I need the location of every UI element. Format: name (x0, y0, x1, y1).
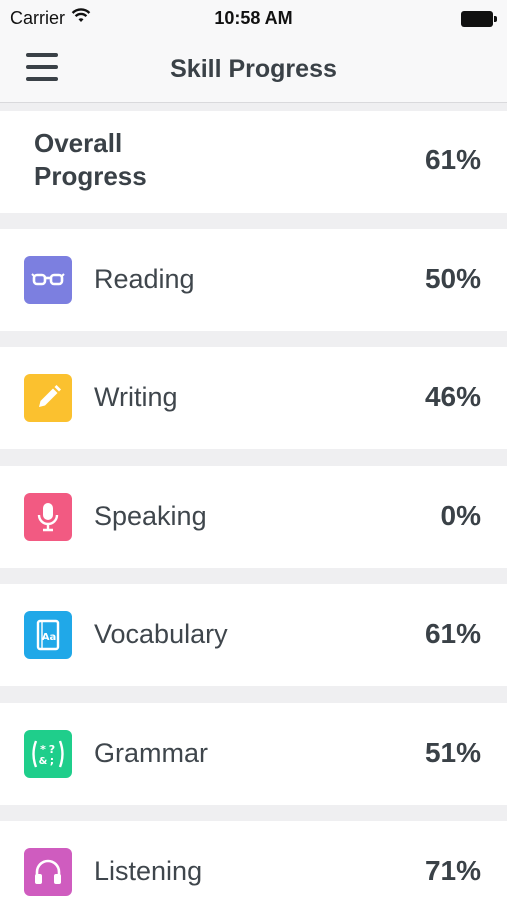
dictionary-icon: Aa (24, 611, 72, 659)
skill-label-listening: Listening (94, 856, 203, 886)
skill-label-grammar: Grammar (94, 738, 208, 768)
skill-label-writing: Writing (94, 382, 178, 412)
skill-value-listening: 71% (424, 855, 481, 886)
status-time: 10:58 AM (214, 8, 293, 28)
skill-row-grammar[interactable]: * ? & ; Grammar 51% (0, 703, 507, 805)
navigation-bar: Skill Progress (0, 36, 507, 103)
skill-row-listening[interactable]: Listening 71% (0, 821, 507, 923)
overall-progress-value: 61% (424, 144, 481, 175)
skill-value-writing: 46% (424, 381, 481, 412)
page-title: Skill Progress (170, 55, 337, 83)
skill-value-speaking: 0% (440, 500, 481, 531)
overall-progress-label: Overall Progress (34, 128, 147, 191)
glasses-icon (24, 256, 72, 304)
microphone-icon (24, 493, 72, 541)
svg-text:&: & (39, 756, 48, 767)
battery-icon (461, 11, 497, 27)
skill-value-vocabulary: 61% (424, 618, 481, 649)
headphones-icon (24, 848, 72, 896)
skill-label-reading: Reading (94, 264, 195, 294)
status-bar: Carrier 10:58 AM (0, 0, 507, 36)
skill-label-vocabulary: Vocabulary (94, 619, 228, 649)
pencil-icon (24, 374, 72, 422)
skill-row-writing[interactable]: Writing 46% (0, 347, 507, 449)
skill-value-reading: 50% (424, 263, 481, 294)
skill-row-vocabulary[interactable]: Aa Vocabulary 61% (0, 584, 507, 686)
svg-text:;: ; (50, 754, 54, 767)
svg-text:*: * (40, 743, 46, 756)
skill-label-speaking: Speaking (94, 501, 207, 531)
skill-row-reading[interactable]: Reading 50% (0, 229, 507, 331)
skill-row-speaking[interactable]: Speaking 0% (0, 466, 507, 568)
overall-progress-row: Overall Progress 61% (0, 111, 507, 213)
skill-value-grammar: 51% (424, 737, 481, 768)
svg-text:Aa: Aa (42, 632, 57, 643)
grammar-symbols-icon: * ? & ; (24, 730, 72, 778)
